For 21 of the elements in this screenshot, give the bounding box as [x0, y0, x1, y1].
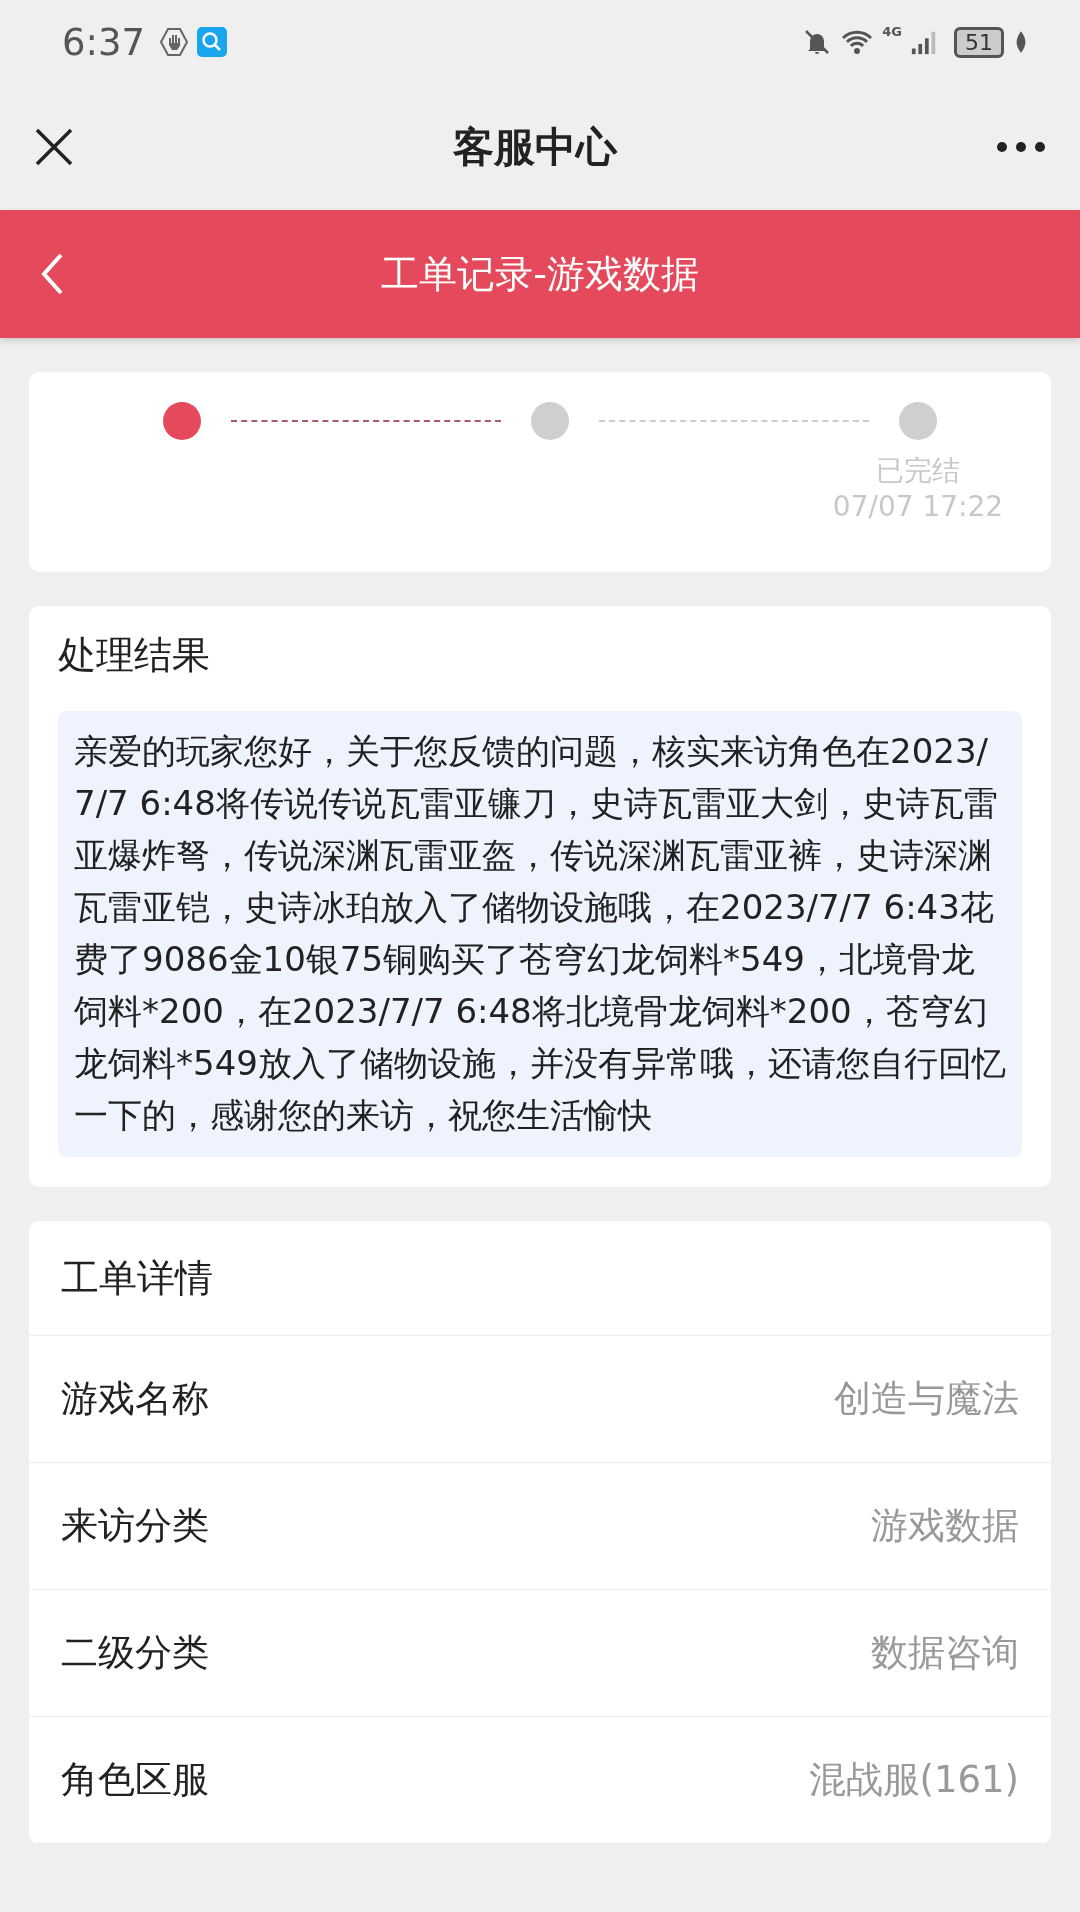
section-title: 工单详情	[61, 1254, 213, 1302]
field-label: 二级分类	[61, 1630, 209, 1676]
result-message: 亲爱的玩家您好，关于您反馈的问题，核实来访角色在2023/7/7 6:48将传说传说瓦雷亚镰刀，史诗瓦雷亚大剑，史诗瓦雷亚爆炸弩，传说深渊瓦雷亚盔，传说深渊瓦雷亚裤，史诗深渊瓦雷亚铠，史诗冰珀放入了储物设施哦，在2023/7/7 6:43花费了9086金10银75铜购买了苍穹幻龙饲料*549，北境骨龙饲料*200，在2023/7/7 6:48将北境骨龙饲料*200，苍穹幻龙饲料*549放入了储物设施，并没有异常哦，还请您自行回忆一下的，感谢您的来访，祝您生活愉快	[58, 711, 1022, 1157]
field-label: 游戏名称	[61, 1376, 209, 1422]
field-value: 混战服(161)	[808, 1757, 1019, 1803]
hand-icon	[159, 27, 190, 57]
field-label: 角色区服	[61, 1757, 209, 1803]
page-title: 客服中心	[452, 121, 619, 173]
battery-level: 51	[954, 26, 1004, 58]
field-label: 来访分类	[61, 1503, 209, 1549]
field-value: 游戏数据	[871, 1503, 1019, 1549]
field-value: 数据咨询	[871, 1630, 1019, 1676]
field-value: 创造与魔法	[834, 1376, 1019, 1422]
status-time: 6:37	[62, 20, 146, 64]
section-title: 处理结果	[58, 632, 211, 679]
search-app-icon	[197, 27, 228, 57]
network-label: 4G	[882, 24, 902, 39]
close-icon[interactable]	[34, 127, 74, 167]
back-icon[interactable]	[40, 252, 64, 296]
header-title: 工单记录-游戏数据	[380, 250, 700, 298]
more-icon[interactable]	[996, 141, 1046, 153]
